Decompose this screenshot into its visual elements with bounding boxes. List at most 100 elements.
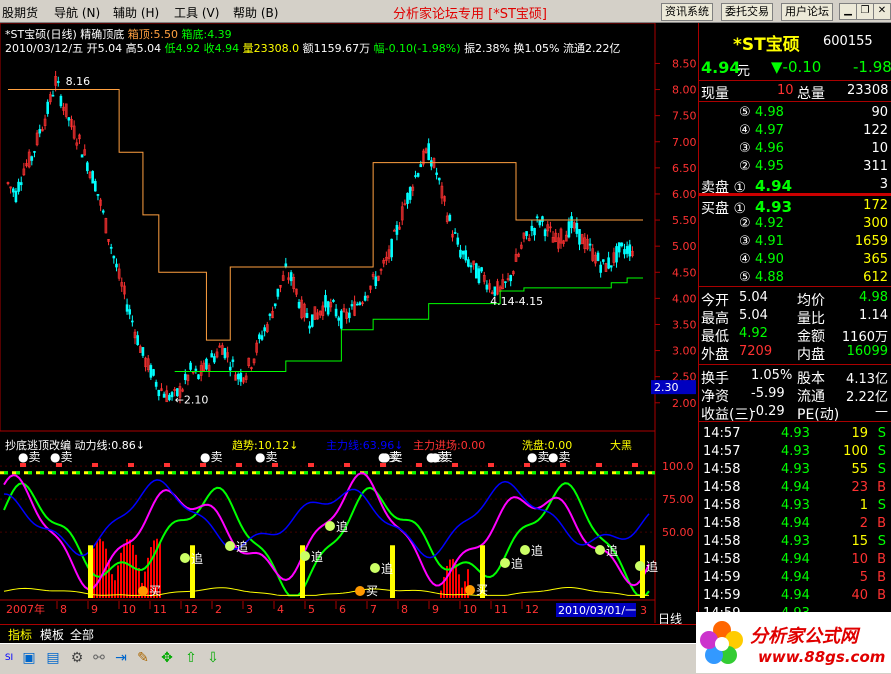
price-marker-label: 2.30 [654, 381, 679, 394]
volume-bar [132, 544, 134, 598]
volume-bar [126, 539, 128, 598]
buy-book-row: ② 4.92 300 [699, 215, 891, 233]
news-system-button[interactable]: 资讯系统 [661, 3, 713, 21]
candle-body [348, 312, 351, 319]
site-logo: 分析家公式网 www.88gs.com [696, 612, 891, 673]
candle-body [541, 216, 544, 222]
candle-body [509, 275, 513, 282]
chase-signal-dot [595, 545, 605, 555]
candle-body [337, 317, 341, 321]
indicator-trend: 趋势:10.12↓ [232, 439, 299, 452]
tick-side: S [877, 462, 886, 477]
candle-body [461, 250, 465, 255]
volume-bar [446, 565, 448, 598]
candle-body [109, 246, 113, 249]
menu-navigate[interactable]: 导航 (N) [54, 4, 100, 21]
sell-level-label: ③ [739, 141, 751, 156]
candle-body [617, 242, 621, 253]
sell-signal-label: ●卖 [200, 450, 222, 464]
indicator-dyn: 动力线:0.86↓ [74, 439, 145, 452]
tab-indicator[interactable]: 指标 [8, 626, 32, 643]
settings-icon[interactable]: ⚙ [68, 649, 86, 667]
menu-assist[interactable]: 辅助 (H) [113, 4, 159, 21]
fund-value: -5.99 [751, 386, 785, 401]
tab-template[interactable]: 模板 [40, 626, 64, 643]
date-axis-label: 11 [153, 603, 167, 616]
sell-price: 4.95 [755, 159, 784, 174]
candle-body [46, 101, 49, 114]
menu-futures[interactable]: 股期货 [2, 4, 38, 21]
candle-body [456, 237, 460, 245]
tick-time: 14:58 [703, 498, 741, 513]
stat-label: 外盘 [701, 347, 729, 363]
mid-annotation: 4.14-4.15 [490, 295, 543, 308]
menu-bar: 股期货 导航 (N) 辅助 (H) 工具 (V) 帮助 (B) 分析家论坛专用 … [0, 0, 891, 23]
sell-level-label: ④ [739, 123, 751, 138]
price-axis-label: 4.50 [672, 266, 697, 279]
candle-body [205, 358, 208, 370]
kline-chart[interactable]: 8.50 8.00 7.50 7.00 6.50 6.00 5.50 5.00 4.50 4.00… [0, 23, 698, 623]
candle-body [210, 353, 214, 358]
date-axis-label: 12 [184, 603, 198, 616]
candle-body [239, 372, 243, 382]
tick-row: 14:58 4.93 15 S [699, 533, 891, 551]
tick-row: 14:58 4.94 2 B [699, 515, 891, 533]
stat-row: 最低 4.92 金额 1160万 [699, 325, 891, 345]
stat-value-2: 16099 [846, 344, 888, 359]
candle-body [467, 259, 470, 267]
price-axis-label: 8.50 [672, 57, 697, 70]
indicator-axis-label: 75.00 [662, 493, 694, 506]
chase-signal-label: 追 [646, 559, 658, 574]
menu-tools[interactable]: 工具 (V) [174, 4, 219, 21]
tick-time: 14:58 [703, 534, 741, 549]
stat-value-2: 4.98 [859, 290, 888, 305]
candle-body [154, 381, 158, 387]
low-annotation: ←2.10 [175, 394, 209, 407]
image-icon[interactable]: ▤ [44, 649, 62, 667]
buy-price: 4.93 [755, 198, 793, 216]
arrow-up-icon[interactable]: ⇧ [182, 649, 200, 667]
cross-arrows-icon[interactable]: ✥ [158, 649, 176, 667]
tab-bar: 指标 模板 全部 [0, 624, 698, 642]
top-signal-mark [596, 463, 602, 467]
candle-body [268, 313, 272, 317]
candle-body [128, 309, 132, 315]
tick-time: 14:58 [703, 462, 741, 477]
candle-body [168, 394, 171, 401]
top-signal-mark [272, 463, 278, 467]
candle-body [194, 368, 198, 371]
link-icon[interactable]: ⚯ [90, 649, 108, 667]
tick-side: B [877, 552, 886, 567]
candle-body [485, 284, 489, 290]
arrow-down-icon[interactable]: ⇩ [204, 649, 222, 667]
pencil-icon[interactable]: ✎ [134, 649, 152, 667]
sell-volume: 3 [879, 177, 888, 192]
trade-button[interactable]: 委托交易 [721, 3, 773, 21]
chase-signal-label: 追 [311, 549, 323, 564]
tick-volume: 40 [851, 588, 868, 603]
minimize-icon[interactable]: ▁ [839, 3, 857, 20]
fund-row: 净资 -5.99 流通 2.22亿 [699, 385, 891, 405]
restore-icon[interactable]: ❐ [856, 3, 874, 20]
close-icon[interactable]: ✕ [873, 3, 891, 20]
buy-level-label: ② [739, 216, 751, 231]
export-icon[interactable]: ⇥ [112, 649, 130, 667]
candle-body [453, 232, 457, 234]
tick-volume: 55 [851, 462, 868, 477]
forum-button[interactable]: 用户论坛 [781, 3, 833, 21]
candle-body [480, 267, 483, 272]
candle-body [125, 304, 129, 312]
header-low: 低4.92 [164, 42, 201, 55]
window-icon[interactable]: ▣ [20, 649, 38, 667]
indicator-main: 主力线:63.96↓ [326, 439, 404, 452]
tick-volume: 2 [859, 516, 868, 531]
menu-help[interactable]: 帮助 (B) [233, 4, 278, 21]
si-icon[interactable]: SI [0, 649, 18, 667]
fund-value: -0.29 [751, 404, 785, 419]
chart-area[interactable]: 8.50 8.00 7.50 7.00 6.50 6.00 5.50 5.00 4.50 4.00… [0, 23, 698, 643]
tick-row: 14:58 4.93 1 S [699, 497, 891, 515]
tick-time: 14:58 [703, 480, 741, 495]
candle-body [67, 117, 71, 121]
tab-all[interactable]: 全部 [70, 626, 94, 643]
indicator-name: 抄底逃顶改编 [5, 439, 71, 452]
